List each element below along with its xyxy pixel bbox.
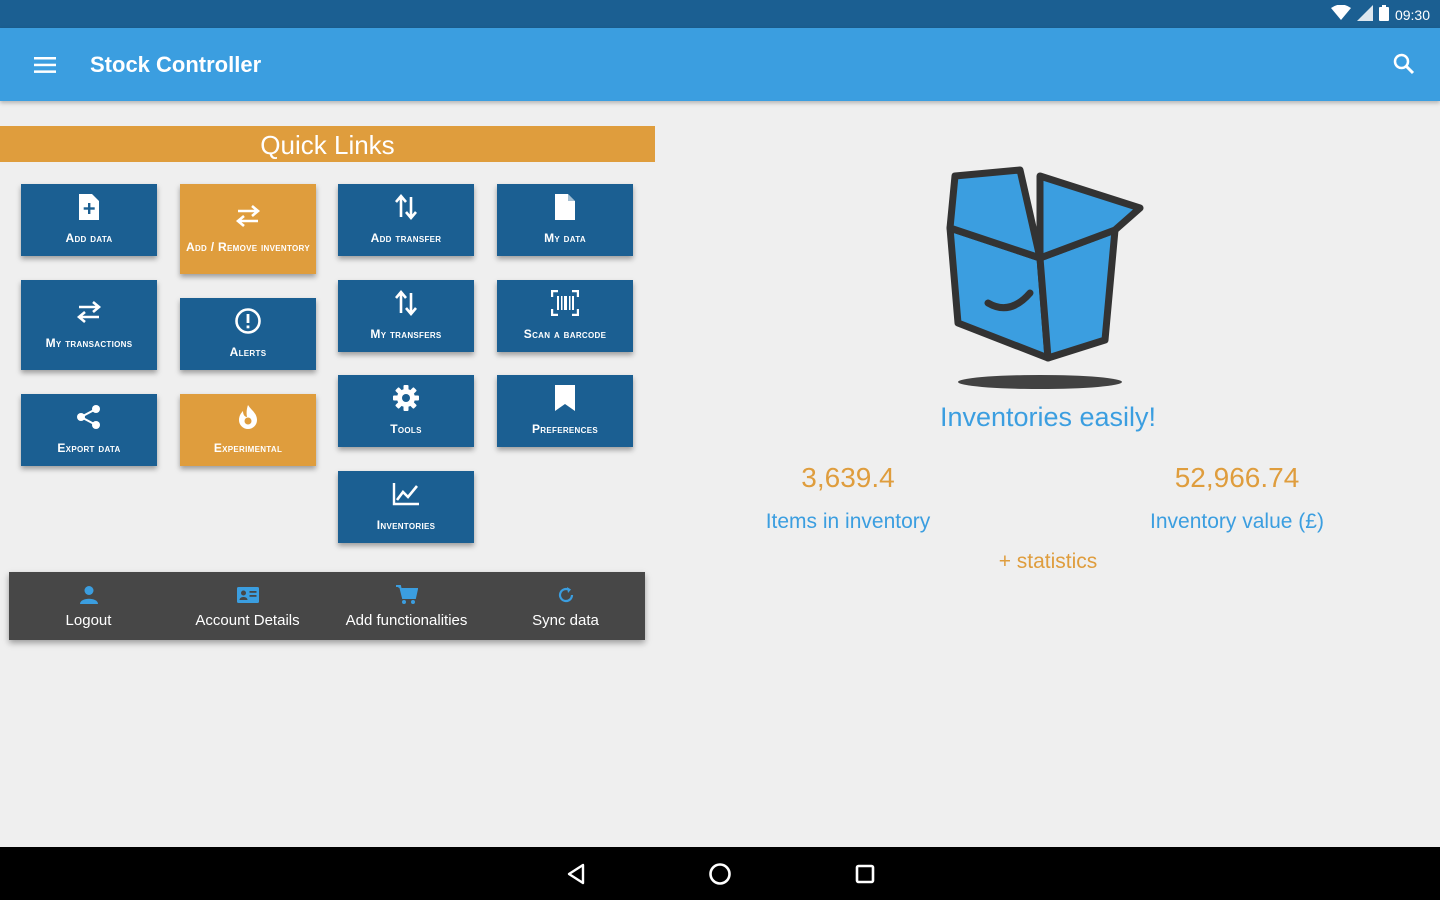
menu-button[interactable] [30,50,60,80]
status-bar: 09:30 [0,0,1440,28]
swap-horizontal-icon [75,297,103,327]
tile-label: My transfers [370,327,442,341]
experimental-tile[interactable]: Experimental [180,394,316,466]
system-nav-bar [0,847,1440,900]
recents-button[interactable] [850,859,880,889]
search-button[interactable] [1388,48,1420,80]
user-icon [79,584,99,606]
tile-label: My transactions [45,336,133,350]
my-transactions-tile[interactable]: My transactions [21,280,157,370]
tile-label: Experimental [213,441,283,455]
add-data-tile[interactable]: Add data [21,184,157,256]
statistics-link[interactable]: + statistics [940,550,1156,574]
swap-vertical-icon [395,192,417,222]
export-data-tile[interactable]: Export data [21,394,157,466]
tools-tile[interactable]: Tools [338,375,474,447]
back-button[interactable] [561,859,591,889]
nav-label: Account Details [195,611,300,629]
swap-horizontal-icon [234,201,262,231]
add-remove-inventory-tile[interactable]: Add / Remove inventory [180,184,316,274]
gear-icon [392,383,420,413]
app-bar: Stock Controller [0,28,1440,101]
barcode-scan-icon [551,288,579,318]
file-plus-icon [79,192,99,222]
status-time: 09:30 [1394,6,1430,23]
tile-label: Preferences [532,422,598,436]
line-chart-icon [392,479,420,509]
box-illustration [930,158,1165,393]
items-in-inventory-label: Items in inventory [765,510,931,533]
nav-label: Add functionalities [345,611,468,629]
home-circle-icon [709,863,731,885]
tile-label: Add / Remove inventory [186,240,310,254]
sync-data-button[interactable]: Sync data [486,572,645,640]
bookmark-icon [555,383,575,413]
sync-icon [557,584,575,606]
tagline: Inventories easily! [939,402,1157,432]
swap-vertical-icon [395,288,417,318]
status-icons: 09:30 [1330,4,1430,24]
bottom-nav: Logout Account Details Add functionaliti… [9,572,645,640]
items-in-inventory-value: 3,639.4 [801,462,895,493]
tile-label: Alerts [229,345,267,359]
preferences-tile[interactable]: Preferences [497,375,633,447]
nav-label: Sync data [532,611,599,629]
signal-icon [1356,5,1373,24]
tile-label: Add data [65,231,113,245]
nav-label: Logout [65,611,112,629]
account-details-button[interactable]: Account Details [168,572,327,640]
tile-label: Scan a barcode [523,327,607,341]
logout-button[interactable]: Logout [9,572,168,640]
account-card-icon [236,584,259,606]
back-triangle-icon [567,863,585,885]
app-title: Stock Controller [90,52,262,77]
battery-icon [1378,5,1389,24]
add-functionalities-button[interactable]: Add functionalities [327,572,486,640]
my-data-tile[interactable]: My data [497,184,633,256]
fire-icon [237,402,259,432]
alerts-tile[interactable]: Alerts [180,298,316,370]
wifi-icon [1330,4,1351,24]
tile-label: My data [544,231,586,245]
alert-circle-icon [234,306,262,336]
tile-label: Tools [390,422,422,436]
tile-label: Export data [57,441,121,455]
inventory-value-label: Inventory value (£) [1150,510,1324,533]
hamburger-icon [34,57,56,73]
tile-label: Add transfer [370,231,442,245]
scan-barcode-tile[interactable]: Scan a barcode [497,280,633,352]
share-icon [76,402,102,432]
inventories-tile[interactable]: Inventories [338,471,474,543]
search-icon [1393,53,1415,75]
file-icon [555,192,575,222]
inventory-value-value: 52,966.74 [1174,462,1300,493]
my-transfers-tile[interactable]: My transfers [338,280,474,352]
add-transfer-tile[interactable]: Add transfer [338,184,474,256]
recents-square-icon [855,864,875,884]
tile-label: Inventories [376,518,436,532]
home-button[interactable] [705,859,735,889]
quick-links-header: Quick Links [0,126,655,162]
cart-icon [395,584,418,606]
